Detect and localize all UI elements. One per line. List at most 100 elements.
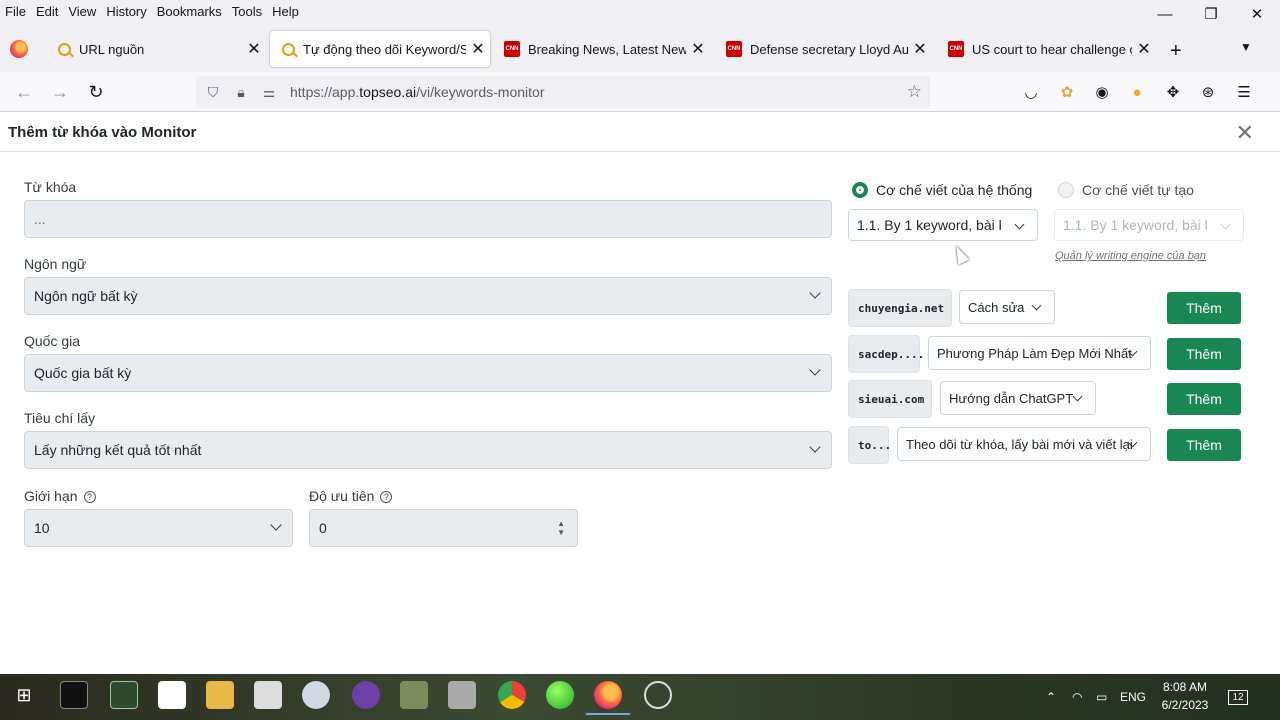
criteria-value: Lấy những kết quả tốt nhất (34, 442, 202, 458)
forward-icon[interactable]: → (48, 80, 72, 104)
shield-icon[interactable]: ⛉ (202, 84, 224, 101)
close-icon[interactable]: ✕ (908, 39, 932, 59)
terminal-icon[interactable] (60, 681, 88, 709)
address-bar[interactable]: ⛉ 🔒︎ ⚌ https://app.topseo.ai/vi/keywords… (196, 76, 930, 108)
clock-time: 8:08 AM (1162, 680, 1208, 694)
file-explorer-icon[interactable] (206, 681, 234, 709)
wifi-icon[interactable]: ◠ (1072, 674, 1082, 720)
hamburger-menu-icon[interactable]: ☰ (1233, 81, 1255, 103)
site-category-select[interactable]: Theo dõi từ khóa, lấy bài mới và viết lạ… (897, 427, 1151, 461)
document-icon[interactable] (254, 681, 282, 709)
tab-title: Tự động theo dõi Keyword/Site (303, 41, 466, 57)
new-tab-button[interactable]: + (1170, 40, 1182, 63)
bookmark-star-icon[interactable]: ☆ (907, 82, 922, 102)
stepper-icon[interactable]: ▲ ▼ (557, 519, 565, 537)
battery-icon[interactable]: ▭ (1096, 674, 1107, 720)
chevron-down-icon (809, 364, 821, 376)
country-label: Quốc gia (24, 333, 81, 349)
priority-label: Độ ưu tiên? (309, 488, 393, 504)
chrome-icon[interactable] (498, 681, 526, 709)
limit-select[interactable]: 10 (24, 509, 293, 547)
search-icon (282, 42, 295, 56)
manage-engine-link[interactable]: Quản lý writing engine của bạn (1055, 250, 1206, 262)
account-icon[interactable]: ◉ (1091, 81, 1113, 103)
add-site-button[interactable]: Thêm (1167, 383, 1241, 415)
firefox-view-icon[interactable] (10, 40, 28, 58)
tab-cnn-breaking[interactable]: CNN Breaking News, Latest News and ✕ (492, 31, 710, 67)
menu-bookmarks[interactable]: Bookmarks (152, 4, 227, 19)
site-category-select[interactable]: Hướng dẫn ChatGPT (940, 381, 1096, 415)
language-label: Ngôn ngữ (24, 256, 87, 272)
menu-edit[interactable]: Edit (31, 4, 63, 19)
chevron-down-icon[interactable]: ▼ (1240, 40, 1252, 54)
add-site-button[interactable]: Thêm (1167, 292, 1241, 324)
reload-icon[interactable]: ↻ (84, 80, 108, 104)
firefox-icon[interactable] (586, 681, 630, 715)
keyword-input[interactable]: ... (24, 200, 832, 238)
tab-cnn-court[interactable]: CNN US court to hear challenge over ✕ (936, 31, 1156, 67)
keyword-label: Từ khóa (24, 179, 77, 195)
clock-date: 6/2/2023 (1161, 698, 1209, 712)
clock[interactable]: 8:08 AM 6/2/2023 (1150, 678, 1220, 714)
close-icon[interactable]: ✕ (1132, 39, 1156, 59)
chevron-up-icon[interactable]: ⌃ (1046, 674, 1056, 720)
criteria-select[interactable]: Lấy những kết quả tốt nhất (24, 431, 832, 469)
help-icon[interactable]: ? (83, 491, 96, 503)
pocket-icon[interactable]: ◡ (1020, 81, 1042, 103)
extension-icon[interactable]: ✿ (1056, 81, 1078, 103)
language-indicator[interactable]: ENG (1120, 674, 1146, 720)
menu-history[interactable]: History (101, 4, 151, 19)
tab-title: Defense secretary Lloyd Austin (750, 41, 908, 57)
app-icon[interactable] (448, 681, 476, 709)
close-icon[interactable]: ✕ (1236, 120, 1254, 146)
navigation-bar: ← → ↻ ⛉ 🔒︎ ⚌ https://app.topseo.ai/vi/ke… (0, 72, 1280, 112)
system-engine-select[interactable]: 1.1. By 1 keyword, bài l (848, 209, 1038, 241)
site-category-select[interactable]: Cách sửa (959, 290, 1055, 324)
lock-icon[interactable]: 🔒︎ (230, 84, 252, 101)
settings-icon[interactable] (302, 681, 330, 709)
radio-custom-engine[interactable]: Cơ chế viết tự tạo (1058, 182, 1194, 198)
terminal-icon[interactable] (110, 681, 138, 709)
github-icon[interactable] (352, 681, 380, 709)
menu-view[interactable]: View (63, 4, 101, 19)
windows-start-icon[interactable]: ⊞ (10, 681, 38, 709)
app-icon[interactable] (546, 681, 574, 709)
help-icon[interactable]: ? (380, 491, 393, 503)
obs-icon[interactable] (644, 681, 672, 709)
criteria-label: Tiêu chí lấy (24, 410, 96, 426)
back-icon[interactable]: ← (12, 80, 36, 104)
notification-icon[interactable]: 12 (1228, 674, 1248, 720)
tab-cnn-defense[interactable]: CNN Defense secretary Lloyd Austin ✕ (714, 31, 932, 67)
language-select[interactable]: Ngôn ngữ bất kỳ (24, 277, 832, 315)
chevron-down-icon (1014, 219, 1025, 230)
tab-title: URL nguồn (79, 41, 145, 57)
site-domain-chip: chuyengia.net (848, 289, 952, 327)
close-icon[interactable]: ✕ (466, 39, 490, 59)
add-site-button[interactable]: Thêm (1167, 429, 1241, 461)
system-engine-value: 1.1. By 1 keyword, bài l (857, 217, 1002, 233)
site-category-select[interactable]: Phương Pháp Làm Đẹp Mới Nhất (928, 336, 1151, 370)
menu-file[interactable]: File (0, 4, 31, 19)
extensions-puzzle-icon[interactable]: ✥ (1162, 81, 1184, 103)
tab-keyword-monitor[interactable]: Tự động theo dõi Keyword/Site ✕ (270, 31, 490, 67)
url-text[interactable]: https://app.topseo.ai/vi/keywords-monito… (290, 84, 544, 100)
app-icon[interactable] (400, 681, 428, 709)
site-category-value: Hướng dẫn ChatGPT (949, 390, 1074, 406)
radio-system-engine[interactable]: Cơ chế viết của hệ thống (852, 182, 1032, 198)
menu-help[interactable]: Help (267, 4, 304, 19)
close-icon[interactable]: ✕ (242, 39, 266, 59)
add-site-button[interactable]: Thêm (1167, 338, 1241, 370)
menu-tools[interactable]: Tools (227, 4, 267, 19)
search-icon (58, 42, 71, 56)
tab-url-nguon[interactable]: URL nguồn ✕ (46, 31, 266, 67)
language-value: Ngôn ngữ bất kỳ (34, 288, 138, 304)
extension-icon[interactable]: ⊛ (1197, 81, 1219, 103)
permissions-icon[interactable]: ⚌ (258, 84, 280, 101)
extension-icon[interactable]: ● (1126, 81, 1148, 103)
sticky-notes-icon[interactable] (158, 681, 186, 709)
menu-bar: File Edit View History Bookmarks Tools H… (0, 0, 1280, 23)
priority-input[interactable]: 0 ▲ ▼ (309, 509, 578, 547)
country-select[interactable]: Quốc gia bất kỳ (24, 354, 832, 392)
cnn-icon: CNN (948, 41, 964, 57)
close-icon[interactable]: ✕ (686, 39, 710, 59)
